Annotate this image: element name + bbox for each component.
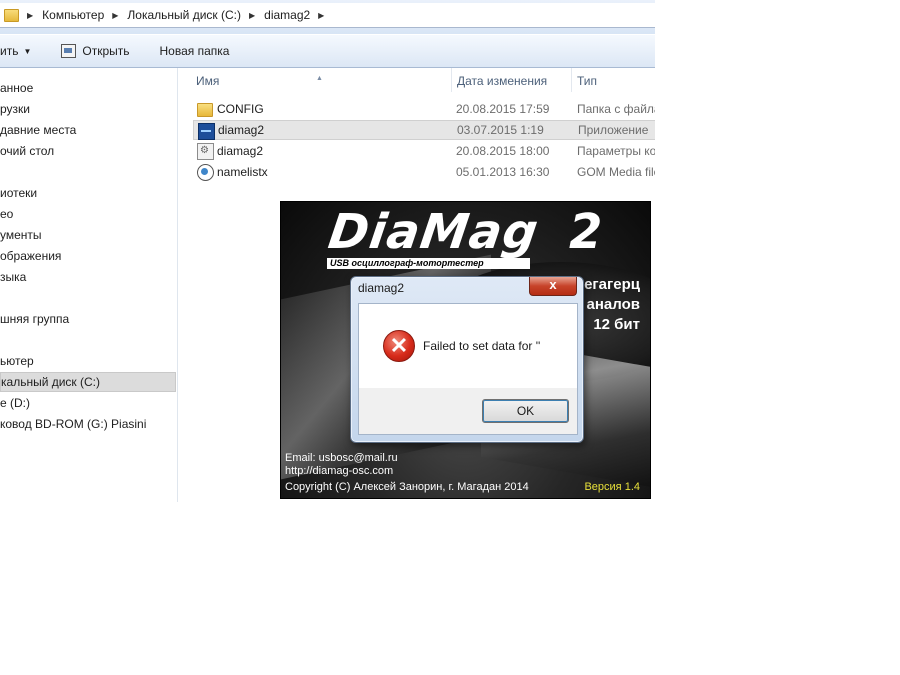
command-bar: ить ▼ Открыть Новая папка	[0, 35, 655, 68]
organize-button[interactable]: ить ▼	[0, 44, 31, 58]
error-dialog: diamag2 x ✕ Failed to set data for '' OK	[350, 276, 584, 443]
splash-subtitle: USB осциллограф-мотортестер	[327, 258, 530, 269]
file-name: namelistx	[217, 165, 268, 179]
ok-button[interactable]: OK	[482, 399, 569, 423]
organize-label: ить	[0, 44, 19, 58]
file-date: 20.08.2015 17:59	[456, 102, 550, 116]
splash-spec-channels: аналов	[586, 296, 640, 313]
nav-item-local-disk-c[interactable]: кальный диск (C:)	[0, 372, 176, 392]
file-date: 03.07.2015 1:19	[457, 123, 544, 137]
navigation-pane: анное рузки давние места очий стол иотек…	[0, 68, 178, 502]
nav-item-bd-rom-g[interactable]: ковод BD-ROM (G:) Piasini	[0, 414, 176, 434]
splash-spec-frequency: егагерц	[584, 276, 640, 293]
config-file-icon	[197, 141, 214, 161]
nav-item-downloads[interactable]: рузки	[0, 99, 176, 119]
file-name: diamag2	[218, 123, 265, 137]
breadcrumb-diamag2[interactable]: diamag2	[264, 8, 310, 22]
column-header-name[interactable]: Имя ▲	[178, 68, 452, 92]
nav-item-drive-d[interactable]: e (D:)	[0, 393, 176, 413]
nav-item-pictures[interactable]: ображения	[0, 246, 176, 266]
open-label: Открыть	[82, 44, 130, 58]
column-date-label: Дата изменения	[457, 74, 548, 88]
splash-title: DiaMag	[325, 204, 543, 260]
column-name-label: Имя	[196, 74, 220, 88]
column-header-date[interactable]: Дата изменения	[452, 68, 572, 92]
nav-item-video[interactable]: ео	[0, 204, 176, 224]
file-name: CONFIG	[217, 102, 264, 116]
breadcrumb-local-disk[interactable]: Локальный диск (C:)	[127, 8, 241, 22]
chevron-right-icon[interactable]: ▶	[318, 11, 324, 20]
breadcrumb-computer[interactable]: Компьютер	[42, 8, 104, 22]
chevron-right-icon[interactable]: ▶	[249, 11, 255, 20]
file-row-config[interactable]: CONFIG 20.08.2015 17:59 Папка с файлами	[193, 99, 655, 119]
nav-item-libraries[interactable]: иотеки	[0, 183, 176, 203]
error-message: Failed to set data for ''	[423, 339, 541, 353]
column-header-type[interactable]: Тип	[572, 68, 655, 92]
file-name: diamag2	[217, 144, 264, 158]
address-field[interactable]: ▶ Компьютер ▶ Локальный диск (C:) ▶ diam…	[0, 3, 655, 28]
nav-item-homegroup[interactable]: шняя группа	[0, 309, 176, 329]
file-row-diamag2-config[interactable]: diamag2 20.08.2015 18:00 Параметры конфи…	[193, 141, 655, 161]
gom-file-icon	[197, 164, 214, 181]
file-date: 05.01.2013 16:30	[456, 165, 550, 179]
application-icon	[198, 123, 215, 140]
close-button[interactable]: x	[529, 277, 577, 296]
file-type: Параметры конфигурации	[577, 144, 655, 158]
folder-icon	[197, 103, 213, 117]
address-bar: ▶ Компьютер ▶ Локальный диск (C:) ▶ diam…	[0, 0, 655, 34]
file-type: Приложение	[578, 123, 649, 137]
splash-title-number: 2	[569, 204, 603, 260]
nav-item-favorites[interactable]: анное	[0, 78, 176, 98]
new-folder-button[interactable]: Новая папка	[160, 44, 230, 58]
nav-item-recent-places[interactable]: давние места	[0, 120, 176, 140]
file-type: Папка с файлами	[577, 102, 655, 116]
file-row-namelistx[interactable]: namelistx 05.01.2013 16:30 GOM Media fil…	[193, 162, 655, 182]
open-icon	[61, 44, 77, 58]
nav-item-music[interactable]: зыка	[0, 267, 176, 287]
splash-copyright: Copyright (C) Алексей Занорин, г. Магада…	[285, 481, 529, 493]
splash-version: Версия 1.4	[584, 481, 640, 493]
file-date: 20.08.2015 18:00	[456, 144, 550, 158]
nav-item-desktop[interactable]: очий стол	[0, 141, 176, 161]
splash-spec-bits: 12 бит	[593, 316, 640, 333]
new-folder-label: Новая папка	[159, 44, 230, 58]
chevron-down-icon: ▼	[23, 46, 32, 56]
chevron-right-icon[interactable]: ▶	[112, 11, 118, 20]
nav-item-computer[interactable]: ьютер	[0, 351, 176, 371]
column-type-label: Тип	[577, 74, 598, 88]
open-button[interactable]: Открыть	[61, 44, 130, 58]
sort-up-icon: ▲	[316, 75, 323, 82]
error-icon: ✕	[383, 330, 415, 362]
file-row-diamag2-app[interactable]: diamag2 03.07.2015 1:19 Приложение	[193, 120, 655, 140]
file-type: GOM Media file	[577, 165, 655, 179]
close-icon: x	[549, 277, 557, 292]
splash-email: Email: usbosc@mail.ru	[285, 452, 398, 464]
dialog-body: ✕ Failed to set data for ''	[358, 303, 578, 390]
splash-website: http://diamag-osc.com	[285, 465, 394, 477]
folder-icon	[4, 8, 19, 22]
chevron-right-icon[interactable]: ▶	[27, 11, 33, 20]
dialog-footer: OK	[358, 388, 578, 435]
dialog-title: diamag2	[358, 281, 405, 295]
nav-item-documents[interactable]: ументы	[0, 225, 176, 245]
